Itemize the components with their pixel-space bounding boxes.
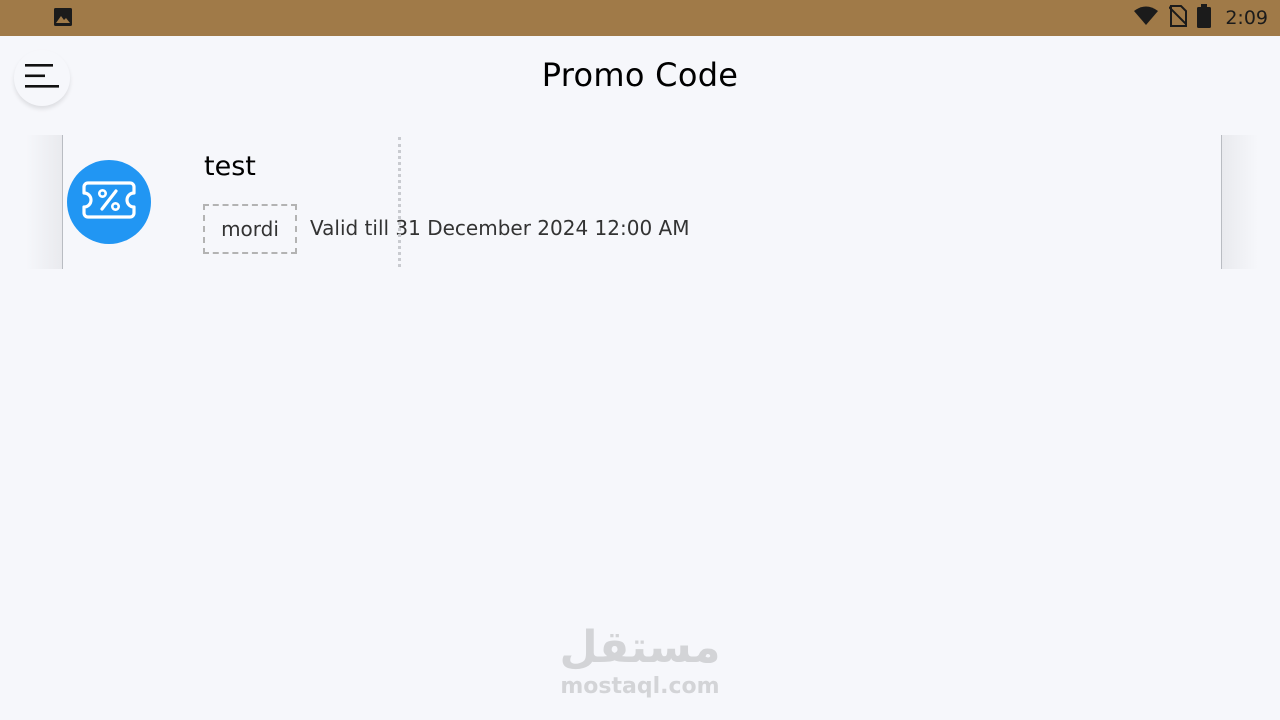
watermark: مستقل mostaql.com bbox=[540, 622, 740, 700]
status-bar: 2:09 bbox=[0, 0, 1280, 36]
promo-name: test bbox=[204, 151, 256, 182]
card-edge-right bbox=[1221, 135, 1258, 269]
card-edge-left bbox=[26, 135, 63, 269]
card-divider bbox=[398, 137, 401, 267]
promo-card[interactable]: test mordi Valid till 31 December 2024 1… bbox=[26, 135, 1258, 269]
battery-icon bbox=[1197, 4, 1212, 32]
image-icon bbox=[54, 8, 72, 26]
wifi-icon bbox=[1133, 6, 1159, 30]
watermark-latin: mostaql.com bbox=[560, 674, 720, 699]
page-title: Promo Code bbox=[541, 56, 739, 94]
screen: 2:09 Promo Code test mordi Valid till 31… bbox=[0, 0, 1280, 720]
status-icons: 2:09 bbox=[1133, 0, 1268, 36]
promo-icon-badge bbox=[67, 160, 151, 244]
no-sim-icon bbox=[1168, 5, 1189, 31]
promo-valid-till: Valid till 31 December 2024 12:00 AM bbox=[310, 216, 690, 240]
watermark-arabic: مستقل bbox=[559, 622, 721, 673]
promo-code[interactable]: mordi bbox=[203, 204, 297, 254]
ticket-percent-icon bbox=[78, 180, 140, 224]
status-time: 2:09 bbox=[1225, 7, 1268, 29]
